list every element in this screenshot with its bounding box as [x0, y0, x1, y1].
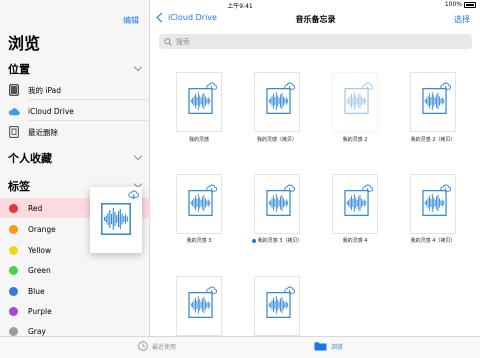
file-name: 我的灵感 3（拷贝） — [239, 237, 315, 244]
waveform-icon — [266, 190, 291, 216]
page-title: 音乐备忘录 — [295, 15, 336, 24]
sidebar: 编辑 浏览 位置 我的 iPad iCloud Drive 最近删除 个人收藏 … — [0, 0, 150, 336]
waveform-icon — [344, 88, 369, 114]
section-label: 位置 — [8, 63, 30, 76]
sidebar-tag-green[interactable]: Green — [0, 260, 150, 280]
sidebar-tag-purple[interactable]: Purple — [0, 301, 150, 321]
trash-icon — [8, 126, 20, 138]
file-thumbnail[interactable] — [254, 72, 300, 132]
file-name: 我的灵感 2 — [317, 136, 393, 143]
sidebar-item-label: iCloud Drive — [28, 106, 74, 116]
blue-tag-dot-icon — [251, 238, 256, 243]
file-name-label: 我的灵感 4（拷贝） — [410, 238, 456, 244]
file-thumbnail[interactable] — [332, 72, 378, 132]
file-name-label: 我的灵感 3 — [186, 238, 212, 244]
sidebar-item-label: 最近删除 — [28, 127, 58, 137]
waveform-icon — [422, 190, 447, 216]
battery-percent: 100% — [444, 1, 462, 8]
file-thumbnail[interactable] — [254, 174, 300, 234]
section-label: 标签 — [8, 180, 30, 193]
tab-recents[interactable]: 最近使用 — [138, 341, 176, 351]
folder-icon — [314, 342, 327, 351]
section-label: 个人收藏 — [8, 152, 52, 165]
red-tag-dot-icon — [9, 203, 18, 213]
gray-tag-dot-icon — [9, 326, 18, 336]
waveform-icon — [188, 292, 213, 318]
search-icon — [164, 37, 172, 46]
file-name: 我的灵感 2（拷贝） — [395, 136, 471, 143]
file-name: 我的灵感 — [161, 136, 237, 143]
chevron-down-icon — [133, 62, 143, 72]
waveform-icon — [266, 292, 291, 318]
sidebar-item-label: Red — [28, 203, 43, 213]
search-placeholder: 搜索 — [176, 37, 190, 46]
file-thumbnail[interactable] — [410, 174, 456, 234]
file-thumbnail[interactable] — [410, 72, 456, 132]
sidebar-item-my-ipad[interactable]: 我的 iPad — [0, 80, 150, 100]
edit-button[interactable]: 编辑 — [123, 15, 139, 26]
icloud-icon — [8, 105, 20, 117]
blue-tag-dot-icon — [9, 286, 18, 296]
file-name-label: 我的灵感 — [188, 137, 209, 143]
file-name-label: 我的灵感（拷贝） — [256, 137, 297, 143]
sidebar-item-label: 我的 iPad — [28, 85, 62, 95]
cloud-download-icon — [128, 190, 139, 199]
file-thumbnail[interactable] — [176, 276, 222, 336]
sidebar-item-label: Orange — [28, 224, 56, 234]
file-name-label: 我的灵感 4 — [342, 238, 368, 244]
section-favorites[interactable]: 个人收藏 — [8, 150, 143, 165]
sidebar-item-label: Green — [28, 265, 51, 275]
sidebar-item-label: Purple — [28, 306, 52, 316]
dragging-file-preview[interactable] — [90, 187, 142, 253]
status-right: 100% — [445, 1, 476, 8]
chevron-down-icon — [133, 151, 143, 161]
file-name-label: 我的灵感 2（拷贝） — [410, 137, 456, 143]
file-name: 我的灵感（拷贝） — [239, 136, 315, 143]
waveform-icon — [188, 88, 213, 114]
sidebar-item-icloud-drive[interactable]: iCloud Drive — [0, 101, 150, 121]
waveform-icon — [101, 203, 131, 235]
section-locations[interactable]: 位置 — [8, 61, 143, 76]
waveform-icon — [422, 88, 447, 114]
file-name-label: 我的灵感 3（拷贝） — [257, 238, 303, 244]
select-button[interactable]: 选择 — [454, 14, 470, 25]
tab-label: 最近使用 — [152, 343, 177, 351]
navigation-bar: iCloud Drive 音乐备忘录 选择 — [151, 10, 480, 30]
sidebar-item-label: Blue — [28, 286, 45, 296]
purple-tag-dot-icon — [9, 306, 18, 316]
sidebar-item-label: Yellow — [28, 245, 52, 255]
file-thumbnail[interactable] — [254, 276, 300, 336]
waveform-icon — [188, 190, 213, 216]
search-input[interactable]: 搜索 — [159, 34, 472, 49]
orange-tag-dot-icon — [9, 224, 18, 234]
battery-icon — [464, 1, 476, 8]
file-thumbnail[interactable] — [332, 174, 378, 234]
file-thumbnail[interactable] — [176, 174, 222, 234]
sidebar-item-recently-deleted[interactable]: 最近删除 — [0, 122, 150, 142]
sidebar-item-label: Gray — [28, 326, 46, 336]
tab-label: 浏览 — [331, 343, 344, 351]
file-thumbnail[interactable] — [176, 72, 222, 132]
file-name-label: 我的灵感 2 — [342, 137, 368, 143]
waveform-icon — [344, 190, 369, 216]
sidebar-title: 浏览 — [8, 34, 41, 53]
ipad-icon — [8, 84, 20, 96]
sidebar-tag-blue[interactable]: Blue — [0, 281, 150, 301]
green-tag-dot-icon — [9, 265, 18, 275]
clock-icon — [138, 341, 148, 351]
file-name: 我的灵感 4（拷贝） — [395, 237, 471, 244]
tab-browse[interactable]: 浏览 — [314, 341, 343, 351]
tab-bar: 最近使用 浏览 — [0, 336, 480, 358]
yellow-tag-dot-icon — [9, 245, 18, 255]
file-name: 我的灵感 4 — [317, 237, 393, 244]
waveform-icon — [266, 88, 291, 114]
file-name: 我的灵感 3 — [161, 237, 237, 244]
